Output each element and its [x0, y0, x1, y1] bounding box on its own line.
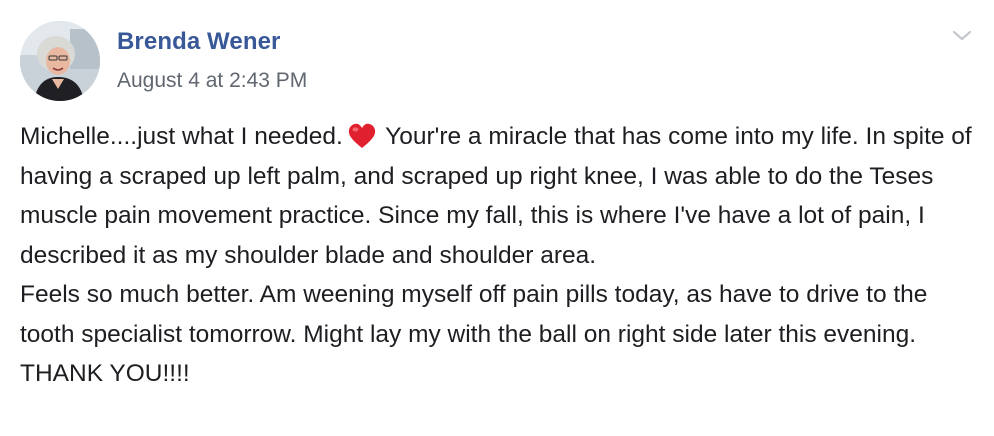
post-paragraph-2: Feels so much better. Am weening myself … [20, 281, 928, 387]
facebook-post: Brenda Wener August 4 at 2:43 PM Michell… [0, 0, 994, 436]
avatar[interactable] [20, 21, 100, 101]
post-body: Michelle....just what I needed. Your're … [20, 117, 980, 394]
chevron-down-icon[interactable] [948, 26, 976, 46]
heart-icon [348, 123, 375, 148]
avatar-photo [20, 21, 100, 101]
post-text-before-emoji: Michelle....just what I needed. [20, 123, 343, 150]
post-timestamp[interactable]: August 4 at 2:43 PM [117, 69, 307, 93]
author-name-link[interactable]: Brenda Wener [117, 28, 280, 56]
post-paragraph-1: Michelle....just what I needed. Your're … [20, 117, 980, 275]
